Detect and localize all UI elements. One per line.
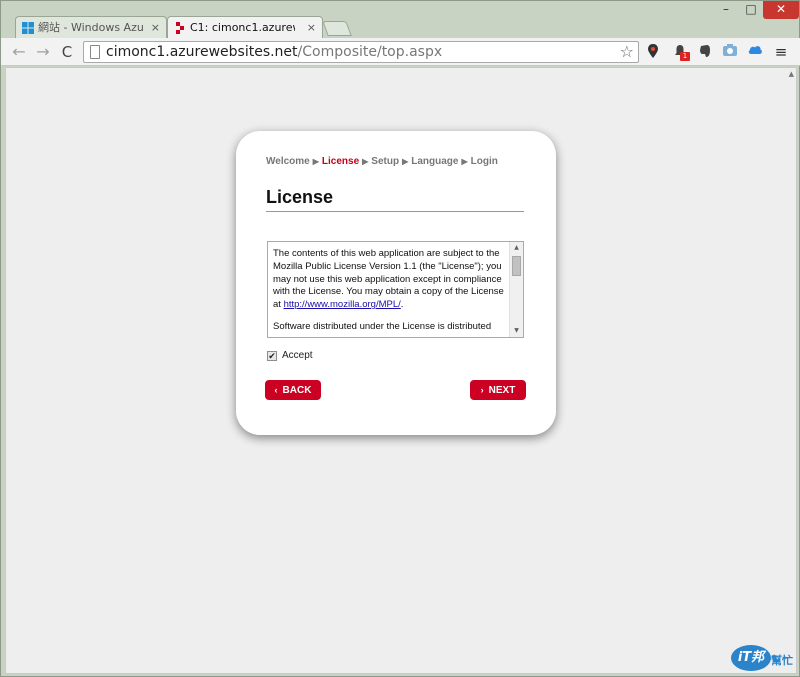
- address-bar[interactable]: cimonc1.azurewebsites.net/Composite/top.…: [83, 41, 639, 63]
- forward-button[interactable]: →: [33, 42, 53, 62]
- c1-logo-icon: [176, 22, 184, 34]
- wizard-steps: Welcome ▶ License ▶ Setup ▶ Language ▶ Login: [266, 156, 498, 167]
- page-icon: [90, 45, 100, 59]
- step-login: Login: [470, 156, 498, 167]
- back-button-label: BACK: [282, 385, 312, 396]
- tab-c1-composite[interactable]: C1: cimonc1.azurewebsi ×: [167, 16, 323, 38]
- step-license: License: [321, 156, 360, 167]
- accept-checkbox[interactable]: ✔: [267, 351, 277, 361]
- camera-glyph: [723, 44, 737, 56]
- evernote-elephant-icon[interactable]: [696, 43, 714, 61]
- step-language: Language: [411, 156, 459, 167]
- maximize-button[interactable]: □: [739, 1, 763, 19]
- notification-badge: 1: [680, 52, 690, 61]
- accept-label: Accept: [282, 350, 313, 361]
- tab-close-icon[interactable]: ×: [151, 17, 160, 38]
- license-paragraph-1-end: .: [400, 299, 404, 311]
- url-host: cimonc1.azurewebsites.net: [106, 44, 298, 60]
- browser-window: 網站 - Windows Azure × C1: cimonc1.azurewe…: [0, 0, 800, 677]
- back-button[interactable]: ←: [9, 42, 29, 62]
- scroll-thumb[interactable]: [512, 256, 521, 276]
- map-pin-icon[interactable]: [644, 43, 662, 61]
- step-arrow-icon: ▶: [402, 157, 409, 166]
- browser-menu-icon[interactable]: ≡: [772, 43, 790, 61]
- next-button-label: NEXT: [488, 385, 516, 396]
- page-title: License: [266, 187, 334, 207]
- tab-title: 網站 - Windows Azure: [38, 21, 143, 34]
- license-paragraph-2: Software distributed under the License i…: [273, 320, 492, 332]
- back-button[interactable]: ‹ BACK: [265, 380, 321, 400]
- close-window-button[interactable]: ✕: [763, 1, 799, 19]
- url-path: /Composite/top.aspx: [297, 44, 443, 60]
- viewport-scroll-up-icon[interactable]: ▲: [789, 70, 794, 78]
- mpl-license-link[interactable]: http://www.mozilla.org/MPL/: [284, 299, 401, 310]
- step-welcome: Welcome: [266, 156, 310, 167]
- watermark-text: 幫忙: [771, 654, 793, 667]
- windows-logo-icon: [22, 22, 34, 34]
- scroll-up-icon[interactable]: ▲: [510, 242, 523, 254]
- bookmark-star-icon[interactable]: ☆: [620, 42, 634, 62]
- page-viewport: ▲ Welcome ▶ License ▶ Setup ▶ Language ▶ Login L…: [5, 67, 797, 674]
- license-paragraph-1: The contents of this web application are…: [273, 248, 507, 312]
- minimize-button[interactable]: –: [713, 1, 739, 19]
- watermark-badge: iT邦: [731, 645, 771, 671]
- camera-icon[interactable]: [721, 43, 739, 61]
- elephant-glyph: [700, 45, 710, 57]
- step-arrow-icon: ▶: [461, 157, 468, 166]
- reload-button[interactable]: C: [57, 42, 77, 62]
- tab-title: C1: cimonc1.azurewebsi: [190, 21, 295, 34]
- tab-strip: 網站 - Windows Azure × C1: cimonc1.azurewe…: [1, 1, 800, 38]
- license-text-box[interactable]: The contents of this web application are…: [267, 241, 524, 338]
- accept-checkbox-row[interactable]: ✔ Accept: [267, 350, 313, 361]
- cloud-glyph: [748, 46, 762, 54]
- license-text: The contents of this web application are…: [273, 248, 507, 337]
- new-tab-button[interactable]: [322, 21, 352, 36]
- license-scrollbar[interactable]: ▲ ▼: [509, 242, 523, 337]
- chevron-left-icon: ‹: [274, 385, 278, 395]
- step-arrow-icon: ▶: [312, 157, 319, 166]
- step-arrow-icon: ▶: [362, 157, 369, 166]
- ithome-watermark-logo: iT邦 幫忙: [731, 645, 797, 673]
- step-setup: Setup: [371, 156, 400, 167]
- title-divider: [266, 211, 524, 212]
- scroll-down-icon[interactable]: ▼: [510, 325, 523, 337]
- tab-close-icon[interactable]: ×: [307, 17, 316, 38]
- setup-wizard-card: Welcome ▶ License ▶ Setup ▶ Language ▶ Login Lic…: [236, 131, 556, 435]
- next-button[interactable]: › NEXT: [470, 380, 526, 400]
- browser-toolbar: ← → C cimonc1.azurewebsites.net/Composit…: [1, 38, 800, 66]
- tab-windows-azure[interactable]: 網站 - Windows Azure ×: [15, 16, 167, 38]
- notification-bell-icon[interactable]: 1: [671, 43, 690, 61]
- cloud-icon[interactable]: [746, 43, 764, 61]
- chevron-right-icon: ›: [480, 385, 484, 395]
- map-pin-glyph: [648, 44, 658, 58]
- url-text[interactable]: cimonc1.azurewebsites.net/Composite/top.…: [106, 43, 442, 62]
